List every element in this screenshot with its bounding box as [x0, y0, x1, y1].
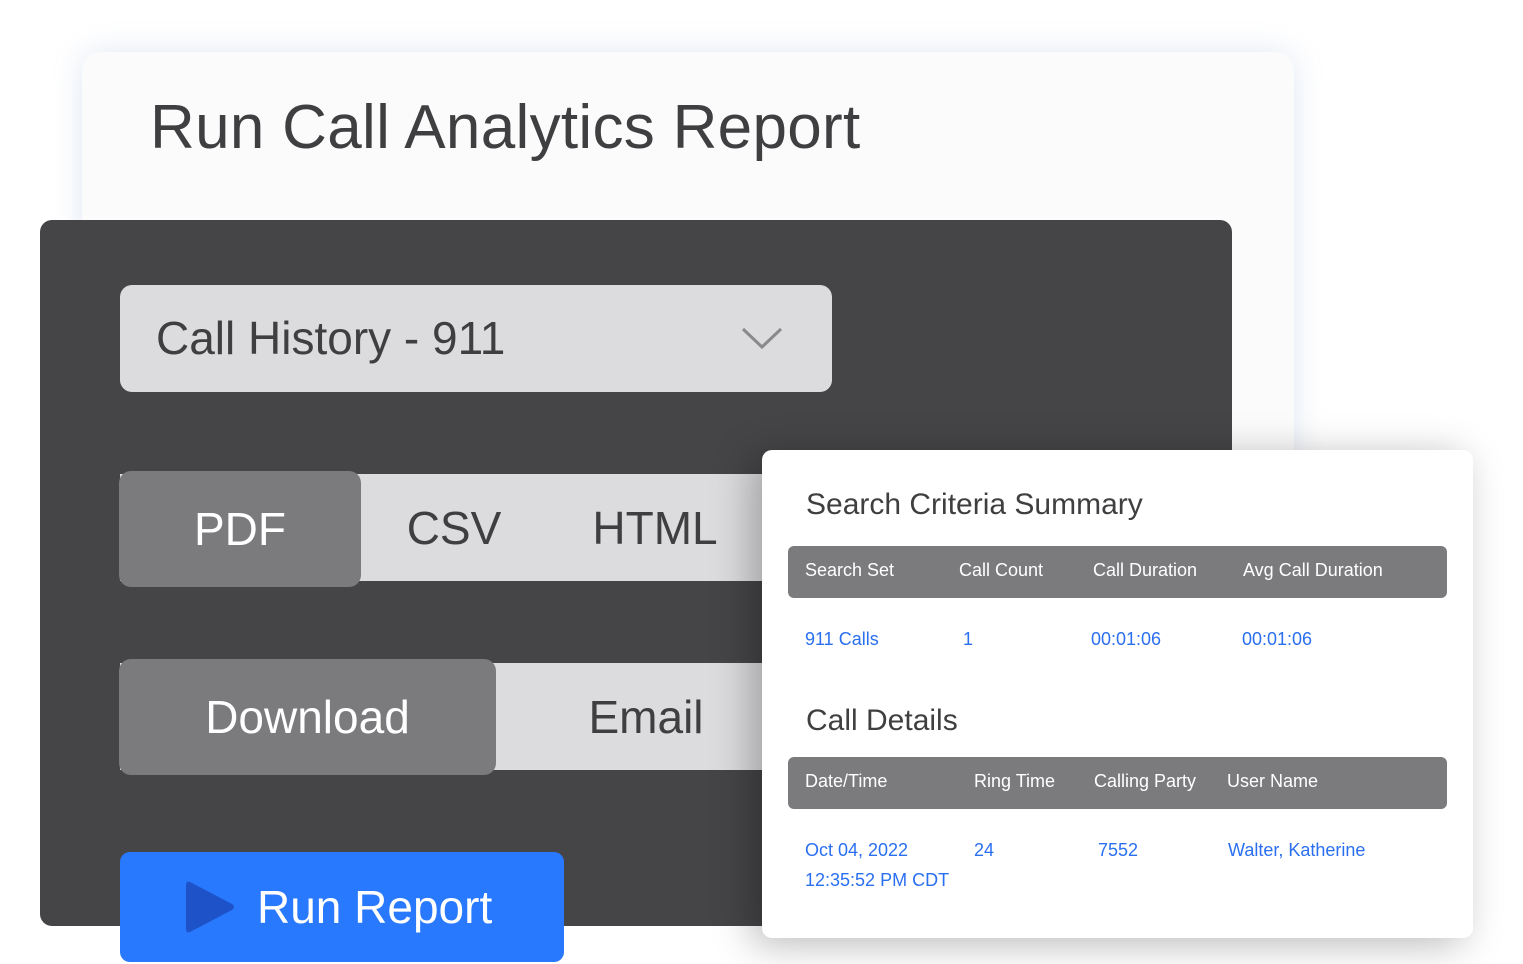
call-date: Oct 04, 2022 — [805, 840, 909, 860]
delivery-option-label: Download — [205, 691, 410, 743]
ring-time: 24 — [974, 840, 995, 860]
format-option-label: PDF — [194, 503, 286, 555]
user-name: Walter, Katherine — [1228, 840, 1366, 860]
details-table-header: Date/Time Ring Time Calling Party User N… — [788, 757, 1447, 809]
call-details-title: Call Details — [806, 704, 958, 737]
page-title: Run Call Analytics Report — [150, 93, 861, 162]
run-report-button[interactable]: Run Report — [120, 852, 564, 962]
column-header: Search Set — [805, 560, 895, 580]
delivery-option-download[interactable]: Download — [119, 659, 496, 775]
summary-title: Search Criteria Summary — [806, 488, 1143, 521]
column-header: Calling Party — [1094, 771, 1197, 791]
report-type-value: Call History - 911 — [156, 312, 506, 364]
format-option-csv[interactable]: CSV — [362, 474, 546, 581]
column-header: Call Duration — [1093, 560, 1198, 580]
column-header: Date/Time — [805, 771, 888, 791]
delivery-option-label: Email — [588, 690, 704, 743]
calling-party: 7552 — [1098, 840, 1139, 860]
summary-table-header: Search Set Call Count Call Duration Avg … — [788, 546, 1447, 598]
run-report-label: Run Report — [257, 881, 493, 933]
summary-call-count: 1 — [963, 629, 974, 649]
call-time: 12:35:52 PM CDT — [805, 870, 950, 890]
play-icon — [186, 881, 234, 933]
format-option-label: CSV — [406, 501, 502, 554]
format-option-pdf[interactable]: PDF — [119, 471, 361, 587]
search-summary-card: Search Criteria Summary Search Set Call … — [762, 450, 1473, 938]
summary-avg-call-duration: 00:01:06 — [1242, 629, 1313, 649]
column-header: Call Count — [959, 560, 1044, 580]
column-header: Ring Time — [974, 771, 1056, 791]
format-option-html[interactable]: HTML — [552, 474, 758, 581]
summary-call-duration: 00:01:06 — [1091, 629, 1162, 649]
column-header: Avg Call Duration — [1243, 560, 1383, 580]
chevron-down-icon — [741, 327, 783, 350]
column-header: User Name — [1227, 771, 1319, 791]
format-option-label: HTML — [592, 501, 718, 554]
delivery-option-email[interactable]: Email — [530, 663, 762, 770]
report-type-select[interactable]: Call History - 911 — [120, 285, 832, 392]
summary-search-set[interactable]: 911 Calls — [805, 624, 879, 654]
